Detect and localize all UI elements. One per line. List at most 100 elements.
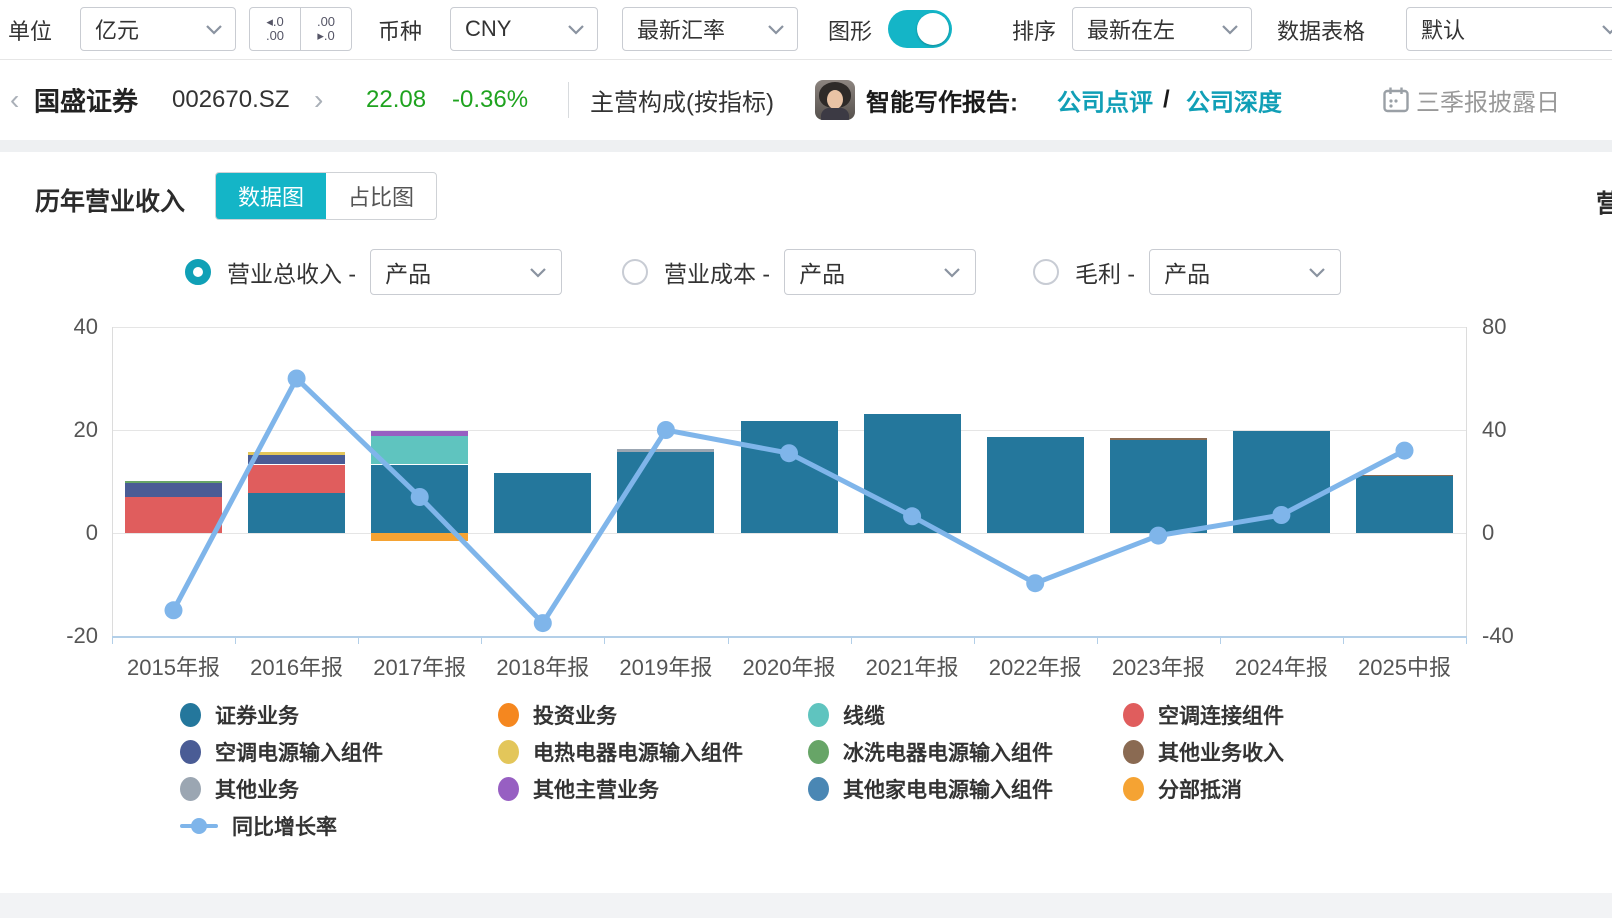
legend-item[interactable]: 冰洗电器电源输入组件 <box>808 737 1053 767</box>
radio-total-revenue[interactable] <box>185 259 211 285</box>
x-axis-tick <box>1220 636 1221 644</box>
legend-label: 其他业务 <box>215 774 299 804</box>
legend-color-dot <box>498 740 519 764</box>
graph-toggle[interactable] <box>888 10 952 48</box>
legend-color-dot <box>180 740 201 764</box>
avatar[interactable] <box>815 80 855 120</box>
exchange-rate-select[interactable]: 最新汇率 <box>622 7 798 51</box>
growth-line-point <box>1026 574 1044 592</box>
radio-gross-profit[interactable] <box>1033 259 1059 285</box>
legend-label: 其他业务收入 <box>1158 737 1284 767</box>
bar-segment <box>987 437 1084 533</box>
avatar-body <box>821 108 849 120</box>
avatar-face <box>827 90 843 109</box>
legend-item-growth-line[interactable]: 同比增长率 <box>180 811 337 841</box>
sort-select[interactable]: 最新在左 <box>1072 7 1252 51</box>
legend-item[interactable]: 电热电器电源输入组件 <box>498 737 743 767</box>
legend-item[interactable]: 其他业务 <box>180 774 299 804</box>
tab-data-chart[interactable]: 数据图 <box>216 173 326 219</box>
left-axis-tick-label: 0 <box>28 520 98 546</box>
calendar-icon <box>1382 86 1410 114</box>
x-axis-category-label: 2017年报 <box>373 650 466 682</box>
x-axis-tick <box>1466 636 1467 644</box>
bar-segment <box>371 436 468 465</box>
right-axis-tick-label: 0 <box>1482 520 1494 546</box>
x-axis-category-label: 2016年报 <box>250 650 343 682</box>
bar-segment <box>371 431 468 436</box>
sort-label: 排序 <box>1012 14 1056 46</box>
legend-item[interactable]: 空调电源输入组件 <box>180 737 383 767</box>
currency-label: 币种 <box>378 14 422 46</box>
bar-segment <box>864 414 961 533</box>
unit-select-value: 亿元 <box>95 13 139 45</box>
revenue-dimension-select[interactable]: 产品 <box>370 249 562 295</box>
cost-dimension-select[interactable]: 产品 <box>784 249 976 295</box>
decimal-increase-top: .00 <box>317 15 335 29</box>
left-axis-tick-label: 40 <box>28 314 98 340</box>
company-review-link[interactable]: 公司点评 <box>1057 83 1153 118</box>
right-axis-tick-label: 80 <box>1482 314 1506 340</box>
x-axis-tick <box>1343 636 1344 644</box>
legend-item[interactable]: 其他业务收入 <box>1123 737 1284 767</box>
legend-color-dot <box>1123 703 1144 727</box>
bar-segment <box>248 493 345 533</box>
x-axis-category-label: 2020年报 <box>743 650 836 682</box>
legend-label: 投资业务 <box>533 700 617 730</box>
legend-color-dot <box>180 703 201 727</box>
decimal-increase-bottom: ▸.0 <box>317 29 334 43</box>
unit-label: 单位 <box>8 14 52 46</box>
currency-select[interactable]: CNY <box>450 7 598 51</box>
x-axis-tick <box>604 636 605 644</box>
x-axis-category-label: 2025中报 <box>1358 650 1451 682</box>
x-axis-tick <box>358 636 359 644</box>
forward-chevron-icon[interactable]: › <box>314 84 323 116</box>
legend-label: 同比增长率 <box>232 811 337 841</box>
bar-segment <box>248 452 345 455</box>
legend-item[interactable]: 其他主营业务 <box>498 774 659 804</box>
company-depth-link[interactable]: 公司深度 <box>1186 83 1282 118</box>
quarterly-report-date-label: 三季报披露日 <box>1416 83 1560 118</box>
legend-item[interactable]: 空调连接组件 <box>1123 700 1284 730</box>
stock-price: 22.08 <box>366 86 426 114</box>
metric-label: 毛利 - <box>1075 255 1135 289</box>
chevron-down-icon <box>767 24 785 35</box>
data-table-select[interactable]: 默认 <box>1406 7 1612 51</box>
legend-item[interactable]: 分部抵消 <box>1123 774 1242 804</box>
x-axis-category-label: 2024年报 <box>1235 650 1328 682</box>
legend-item[interactable]: 线缆 <box>808 700 885 730</box>
growth-line-point <box>165 601 183 619</box>
x-axis-tick <box>851 636 852 644</box>
gross-profit-dimension-select[interactable]: 产品 <box>1149 249 1341 295</box>
unit-select[interactable]: 亿元 <box>80 7 236 51</box>
bar-segment <box>248 465 345 494</box>
legend-label: 其他家电电源输入组件 <box>843 774 1053 804</box>
bar-segment <box>617 452 714 533</box>
bottom-band <box>0 893 1612 918</box>
link-separator: / <box>1163 86 1170 114</box>
cost-dimension-value: 产品 <box>799 255 845 289</box>
left-axis-tick-label: 20 <box>28 417 98 443</box>
legend-item[interactable]: 投资业务 <box>498 700 617 730</box>
decimal-increase-button[interactable]: .00 ▸.0 <box>300 7 352 51</box>
plot-border <box>1466 327 1467 636</box>
legend-item[interactable]: 其他家电电源输入组件 <box>808 774 1053 804</box>
settings-toolbar: 单位 亿元 ◂.0 .00 .00 ▸.0 币种 CNY 最新汇率 图形 排序 … <box>0 0 1612 60</box>
back-chevron-icon[interactable]: ‹ <box>10 84 19 116</box>
data-table-select-value: 默认 <box>1421 13 1465 45</box>
metric-label: 营业成本 - <box>664 255 770 289</box>
decimal-decrease-button[interactable]: ◂.0 .00 <box>249 7 301 51</box>
radio-operating-cost[interactable] <box>622 259 648 285</box>
legend-label: 线缆 <box>843 700 885 730</box>
chevron-down-icon <box>567 24 585 35</box>
bar-segment <box>494 473 591 533</box>
x-axis-category-label: 2019年报 <box>619 650 712 682</box>
decimal-decrease-bottom: .00 <box>266 29 284 43</box>
page: 单位 亿元 ◂.0 .00 .00 ▸.0 币种 CNY 最新汇率 图形 排序 … <box>0 0 1612 918</box>
stock-name: 国盛证券 <box>34 82 138 119</box>
x-axis-tick <box>1097 636 1098 644</box>
legend-color-dot <box>1123 740 1144 764</box>
legend-color-dot <box>808 740 829 764</box>
tab-ratio-chart[interactable]: 占比图 <box>326 173 436 219</box>
legend-item[interactable]: 证券业务 <box>180 700 299 730</box>
growth-line-point <box>288 370 306 388</box>
